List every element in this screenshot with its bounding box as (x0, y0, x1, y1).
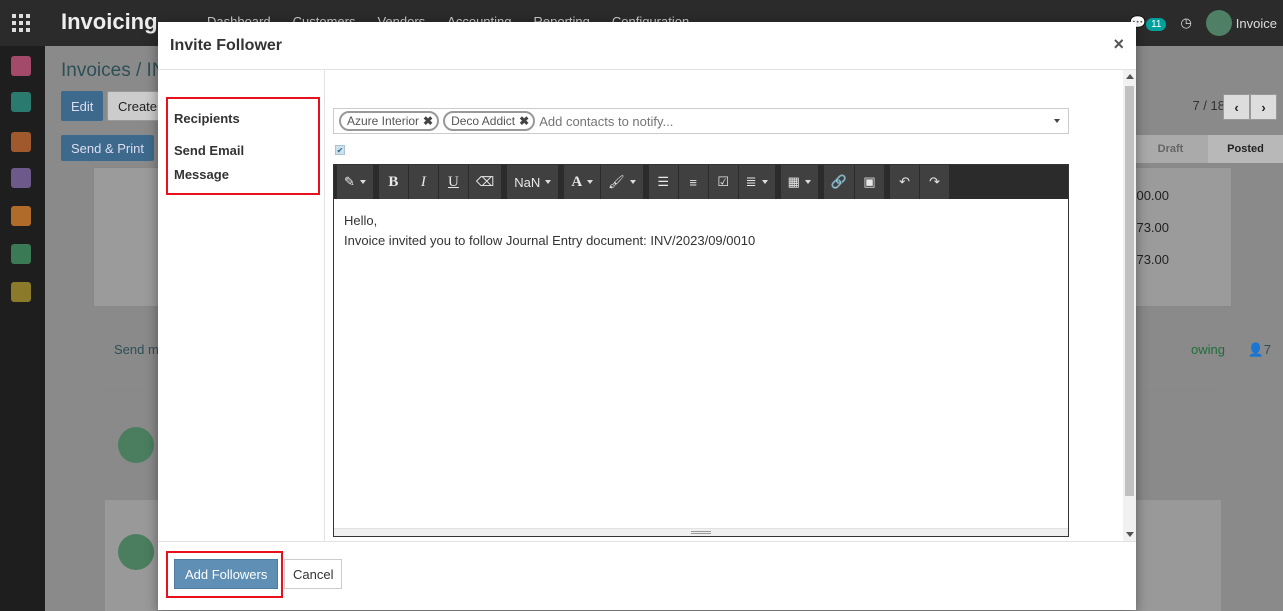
website-app-icon[interactable] (11, 168, 31, 188)
unordered-list-icon[interactable]: ☰ (648, 165, 679, 199)
checklist-icon[interactable]: ☑ (708, 165, 739, 199)
labels-highlight-box (166, 97, 320, 195)
close-icon[interactable]: × (1113, 34, 1124, 55)
expenses-app-icon[interactable] (11, 206, 31, 226)
modal-header: Invite Follower × (158, 22, 1136, 70)
contacts-app-icon[interactable] (11, 92, 31, 112)
remove-tag-icon[interactable]: ✖ (423, 114, 433, 128)
add-followers-highlight-box (166, 551, 283, 598)
send-email-checkbox[interactable]: ✔ (335, 145, 345, 155)
user-name: Invoice (1235, 15, 1277, 31)
systray: 💬 11 ◷ Invoice (1130, 0, 1283, 46)
message-line: Invoice invited you to follow Journal En… (344, 233, 756, 248)
pager-value[interactable]: 7 / 18 (1192, 98, 1225, 113)
bold-button[interactable]: B (378, 165, 409, 199)
recipient-tag: Deco Addict ✖ (443, 111, 536, 131)
recipient-tag-label: Deco Addict (451, 114, 516, 128)
font-size-value: NaN (514, 174, 541, 190)
documents-app-icon[interactable] (11, 244, 31, 264)
recipients-input[interactable] (539, 113, 1068, 129)
apps-menu-icon[interactable] (12, 14, 30, 32)
pager-prev-icon[interactable]: ‹ (1223, 94, 1250, 120)
cancel-button[interactable]: Cancel (284, 559, 343, 589)
message-author-avatar-2 (118, 534, 154, 570)
table-icon[interactable]: ▦ (780, 165, 819, 199)
font-size-dropdown[interactable]: NaN (507, 165, 560, 199)
user-menu[interactable]: Invoice (1205, 10, 1277, 36)
font-color-icon[interactable]: A (564, 165, 602, 199)
eraser-icon[interactable]: ⌫ (468, 165, 503, 199)
remove-tag-icon[interactable]: ✖ (519, 114, 529, 128)
magic-wand-icon[interactable]: ✎ (337, 165, 374, 199)
message-body[interactable]: Hello, Invoice invited you to follow Jou… (334, 199, 1068, 529)
scroll-thumb[interactable] (1125, 86, 1134, 496)
settings-app-icon[interactable] (11, 282, 31, 302)
undo-icon[interactable]: ↶ (890, 165, 921, 199)
invoicing-app-icon[interactable] (11, 132, 31, 152)
status-bar: Draft Posted (1133, 135, 1283, 163)
discuss-app-icon[interactable] (11, 56, 31, 76)
recipients-field[interactable]: Azure Interior ✖ Deco Addict ✖ (333, 108, 1069, 134)
modal-scrollbar[interactable] (1123, 70, 1136, 541)
activity-clock-icon[interactable]: ◷ (1180, 15, 1191, 31)
send-print-button[interactable]: Send & Print (61, 135, 154, 161)
followers-icon: 👤 (1247, 342, 1264, 357)
paragraph-align-icon[interactable]: ≣ (738, 165, 776, 199)
following-button[interactable]: owing (1191, 342, 1225, 357)
message-line: Hello, (344, 213, 378, 228)
recipient-tag-label: Azure Interior (347, 114, 420, 128)
scroll-down-icon[interactable] (1126, 532, 1134, 537)
status-draft[interactable]: Draft (1133, 135, 1208, 163)
follower-count-value: 7 (1263, 342, 1271, 357)
chevron-down-icon[interactable] (1054, 119, 1060, 123)
image-icon[interactable]: ▣ (855, 165, 886, 199)
app-brand[interactable]: Invoicing (61, 9, 158, 35)
follower-count[interactable]: 👤7 (1248, 342, 1271, 358)
invite-follower-dialog: Invite Follower × Recipients Send Email … (158, 22, 1136, 610)
modal-body: Recipients Send Email Message Azure Inte… (158, 70, 1136, 541)
edit-button[interactable]: Edit (61, 91, 104, 121)
message-editor: ✎ B I U ⌫ NaN A 🖌 ☰ ≡ ☑ ≣ ▦ 🔗 ▣ ↶ ↷ Hell… (333, 164, 1069, 537)
status-posted[interactable]: Posted (1208, 135, 1283, 163)
pager-next-icon[interactable]: › (1250, 94, 1277, 120)
brush-icon[interactable]: 🖌 (601, 165, 644, 199)
editor-toolbar: ✎ B I U ⌫ NaN A 🖌 ☰ ≡ ☑ ≣ ▦ 🔗 ▣ ↶ ↷ (334, 165, 1068, 199)
resize-grip-icon (691, 531, 711, 534)
link-icon[interactable]: 🔗 (823, 165, 856, 199)
editor-resize-handle[interactable] (334, 528, 1068, 536)
message-count-badge: 11 (1146, 18, 1167, 31)
italic-button[interactable]: I (408, 165, 439, 199)
modal-footer: Add Followers Cancel (158, 541, 1136, 610)
send-message-link[interactable]: Send m (114, 342, 159, 357)
user-avatar (1205, 10, 1232, 36)
ordered-list-icon[interactable]: ≡ (678, 165, 709, 199)
message-author-avatar (118, 427, 154, 463)
pager-arrows: ‹ › (1223, 94, 1277, 120)
redo-icon[interactable]: ↷ (920, 165, 951, 199)
underline-button[interactable]: U (438, 165, 469, 199)
breadcrumb[interactable]: Invoices / IN (61, 60, 166, 82)
scroll-up-icon[interactable] (1126, 74, 1134, 79)
app-sidebar (0, 46, 45, 611)
recipient-tag: Azure Interior ✖ (339, 111, 440, 131)
modal-title: Invite Follower (170, 37, 283, 54)
